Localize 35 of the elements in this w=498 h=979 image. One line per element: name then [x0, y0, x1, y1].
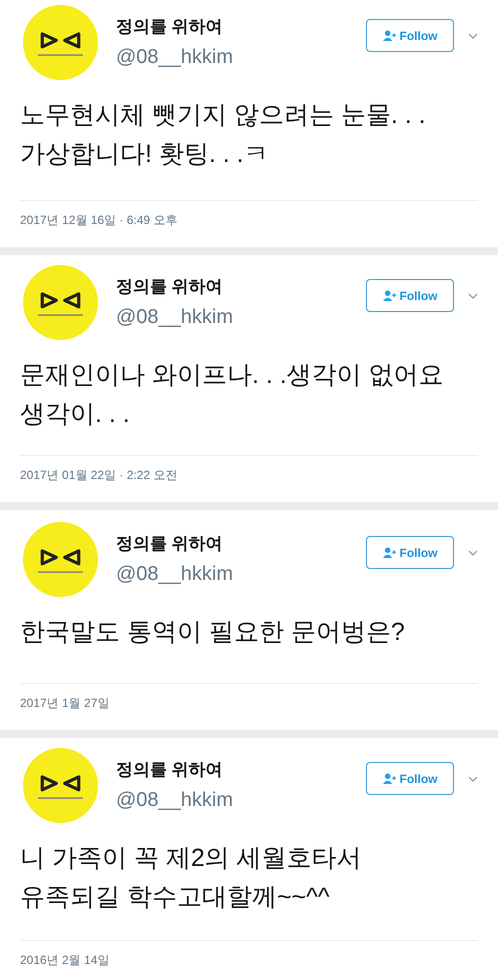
- avatar-icon[interactable]: [23, 522, 98, 597]
- chevron-down-icon[interactable]: [468, 550, 478, 556]
- user-handle[interactable]: @08__hkkim: [116, 789, 234, 812]
- tweet-timestamp[interactable]: 2017년 12월 16일 · 6:49 오후: [20, 212, 478, 229]
- display-name[interactable]: 정의를 위하여: [116, 275, 223, 298]
- chevron-down-icon[interactable]: [468, 776, 478, 782]
- user-handle[interactable]: @08__hkkim: [116, 306, 234, 329]
- user-handle[interactable]: @08__hkkim: [116, 563, 234, 586]
- tweet-timestamp[interactable]: 2017년 1월 27일: [20, 695, 478, 712]
- tweet-text: 니 가족이 꼭 제2의 세월호타서: [20, 843, 363, 874]
- follow-button[interactable]: Follow: [366, 19, 454, 52]
- tweet-text: 한국말도 통역이 필요한 문어벙은?: [20, 617, 406, 648]
- tweet-text: 가상합니다! 홧팅. . .ㅋ: [20, 139, 270, 170]
- add-user-icon: [382, 547, 396, 558]
- follow-button[interactable]: Follow: [366, 279, 454, 312]
- tweet-timestamp[interactable]: 2017년 01월 22일 · 2:22 오전: [20, 467, 478, 484]
- follow-button[interactable]: Follow: [366, 536, 454, 569]
- avatar-icon[interactable]: [23, 748, 98, 823]
- chevron-down-icon[interactable]: [468, 33, 478, 39]
- follow-button[interactable]: Follow: [366, 762, 454, 795]
- user-handle[interactable]: @08__hkkim: [116, 46, 234, 69]
- tweet-text: 생각이. . .: [20, 399, 131, 430]
- add-user-icon: [382, 30, 396, 41]
- avatar-icon[interactable]: [23, 265, 98, 340]
- add-user-icon: [382, 773, 396, 784]
- display-name[interactable]: 정의를 위하여: [116, 15, 223, 38]
- chevron-down-icon[interactable]: [468, 293, 478, 299]
- tweet-text: 유족되길 학수고대할께~~^^: [20, 882, 331, 913]
- avatar-icon[interactable]: [23, 5, 98, 80]
- tweet-timestamp[interactable]: 2016년 2월 14일: [20, 952, 478, 969]
- display-name[interactable]: 정의를 위하여: [116, 758, 223, 781]
- add-user-icon: [382, 290, 396, 301]
- display-name[interactable]: 정의를 위하여: [116, 532, 223, 555]
- tweet-text: 노무현시체 뺏기지 않으려는 눈물. . .: [20, 100, 427, 131]
- tweet-text: 문재인이나 와이프나. . .생각이 없어요: [20, 360, 445, 391]
